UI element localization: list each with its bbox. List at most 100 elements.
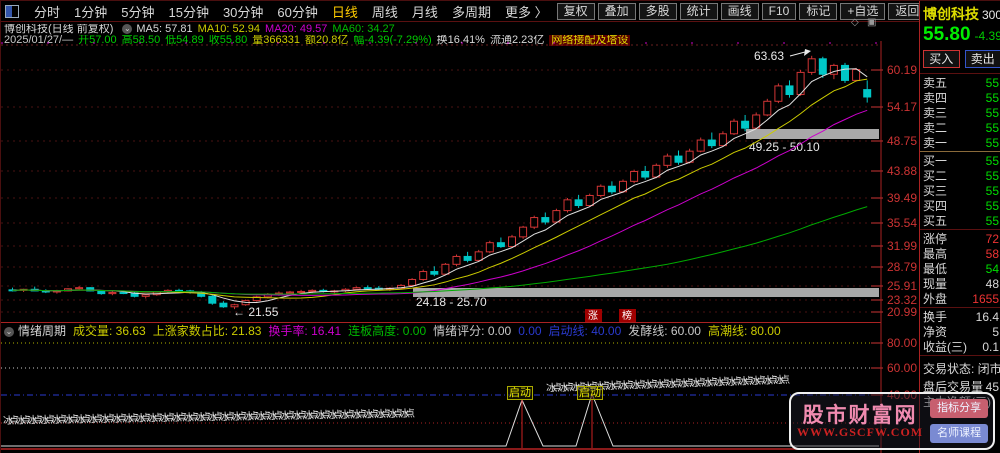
indicator-field: 启动线: 40.00 [548,324,622,338]
bid-row[interactable]: 买二 55 [920,168,1000,184]
bid-row[interactable]: 买五 55 [920,213,1000,229]
panel-stock-title: 博创科技3005 [920,1,1000,23]
row-label: 最低 [923,262,948,276]
tab-多周期[interactable]: 多周期 [445,2,498,21]
ask-row[interactable]: 卖五 55 [920,75,1000,91]
tab-分时[interactable]: 分时 [27,2,67,21]
row-value: 55 [985,120,999,135]
info-item: MA20: 49.57 [265,24,328,35]
toolbar-button-+自选[interactable]: +自选 [840,2,886,20]
indicator-field: 高潮线: 80.00 [707,324,781,338]
stat-row[interactable]: 涨停 72 [920,231,1000,247]
diamond-icon[interactable]: ◇ [851,18,859,28]
tab-15分钟[interactable]: 15分钟 [161,2,215,21]
row-label: 卖一 [923,136,948,150]
toolbar-button-统计[interactable]: 统计 [679,2,718,20]
stat-row[interactable]: 最低 54 [920,261,1000,277]
stat-row[interactable]: 现量 48 [920,276,1000,292]
row-label: 涨停 [923,232,948,246]
tab-月线[interactable]: 月线 [405,2,445,21]
indicator-header: ⌄ 情绪周期 成交量: 36.63 上涨家数占比: 21.83 换手率: 16.41 连板… [4,324,874,338]
svg-text:63.63: 63.63 [754,49,784,63]
buy-button[interactable]: 买入 [923,50,960,68]
info-item: MA60: 34.27 [332,24,395,35]
toolbar-button-画线[interactable]: 画线 [720,2,759,20]
row-value: 55 [985,75,999,90]
ask-row[interactable]: 卖二 55 [920,120,1000,136]
sell-button[interactable]: 卖出 [964,50,1000,68]
toolbar-button-多股[interactable]: 多股 [638,2,677,20]
row-label: 卖四 [923,91,948,105]
ask-row[interactable]: 卖三 55 [920,105,1000,121]
tab-日线[interactable]: 日线 [325,2,365,21]
stock-info-line: 博创科技(日线 前复权) ⌄ MA5: 57.81 MA10: 52.94 MA20: … [4,24,874,35]
ask-row[interactable]: 卖一 55 [920,135,1000,151]
toolbar-button-标记[interactable]: 标记 [799,2,838,20]
panel-toggle-icon[interactable]: ▣ [867,18,876,28]
quote-panel: 博创科技3005 55.80-4.39 买入 卖出 卖五55卖四55卖三55卖二… [919,1,1000,453]
indicator-field: 上涨家数占比: 21.83 [152,324,262,338]
row-label: 买一 [923,154,948,168]
info-item: MA5: 57.81 [136,24,193,35]
svg-text:25.91: 25.91 [887,279,917,293]
tab-60分钟[interactable]: 60分钟 [270,2,324,21]
panel-stats: 涨停 72 最高 58 最低 54 现量 48 外盘 1655 [920,231,1000,307]
tab-周线[interactable]: 周线 [365,2,405,21]
indicator-field: 情绪评分: 0.00 [433,324,512,338]
toolbar-button-复权[interactable]: 复权 [556,2,595,20]
svg-text:榜: 榜 [622,309,632,322]
indicator-collapse-icon[interactable]: ⌄ [4,326,14,337]
tab-30分钟[interactable]: 30分钟 [216,2,270,21]
row-value: 55 [985,183,999,198]
watermark-title: 股市财富网 [802,402,918,427]
watermark-button-指标分享[interactable]: 指标分享 [930,399,989,418]
stock-code: 3005 [982,8,1000,22]
row-value: 48 [985,276,999,291]
row-value: 58 [985,246,999,261]
collapse-icon[interactable]: ⌄ [122,24,133,35]
row-label: 卖三 [923,106,948,120]
toolbar-buttons: 复权 叠加 多股 统计 画线 F10 标记 +自选 返回 [556,2,933,20]
launch-tag: 启动 [507,386,533,400]
stat-row[interactable]: 外盘 1655 [920,291,1000,307]
row-value: 1655 [972,291,999,306]
row-value: 55 [985,198,999,213]
stat-row[interactable]: 换手 16.4 [920,309,1000,325]
svg-text:← 21.55: ← 21.55 [233,305,279,319]
svg-text:39.49: 39.49 [887,191,917,205]
watermark-banner: 股市财富网 WWW.GSCFW.COM 指标分享 名师课程 [789,392,995,450]
watermark-button-名师课程[interactable]: 名师课程 [930,424,989,443]
bid-row[interactable]: 买一 55 [920,153,1000,169]
svg-text:54.17: 54.17 [887,100,917,114]
ask-row[interactable]: 卖四 55 [920,90,1000,106]
svg-text:48.75: 48.75 [887,134,917,148]
row-label: 最高 [923,247,948,261]
svg-text:80.00: 80.00 [887,336,917,350]
row-value: 54 [985,261,999,276]
row-value: 72 [985,231,999,246]
svg-text:49.25 - 50.10: 49.25 - 50.10 [749,140,820,154]
row-value: 55 [985,213,999,228]
sentiment-indicator-chart[interactable]: 80.0060.0040.00 [1,322,919,453]
stat-row[interactable]: 净资 5 [920,324,1000,340]
svg-text:24.18 - 25.70: 24.18 - 25.70 [416,295,487,309]
stat-row[interactable]: 最高 58 [920,246,1000,262]
trading-status: 交易状态: 闭市 [923,362,1000,376]
row-label: 买五 [923,214,948,228]
bid-row[interactable]: 买三 55 [920,183,1000,199]
svg-text:35.54: 35.54 [887,216,917,230]
main-candlestick-chart[interactable]: 60.19 54.17 48.75 43.88 39.49 35.54 31.99 28.79… [1,41,919,322]
panel-price-row: 55.80 -4.39 [920,23,1000,48]
row-label: 净资 [923,325,948,339]
toolbar-button-F10[interactable]: F10 [761,2,797,20]
toolbar-button-叠加[interactable]: 叠加 [597,2,636,20]
indicator-field: 换手率: 16.41 [268,324,342,338]
stat-row[interactable]: 收益(三) 0.1 [920,339,1000,355]
indicator-field: 发酵线: 60.00 [628,324,701,338]
bid-row[interactable]: 买四 55 [920,198,1000,214]
tab-5分钟[interactable]: 5分钟 [114,2,161,21]
row-value: 55 [985,168,999,183]
tab-更多 〉[interactable]: 更多 〉 [498,2,555,21]
tab-1分钟[interactable]: 1分钟 [67,2,114,21]
window-layout-icon[interactable] [5,4,19,18]
